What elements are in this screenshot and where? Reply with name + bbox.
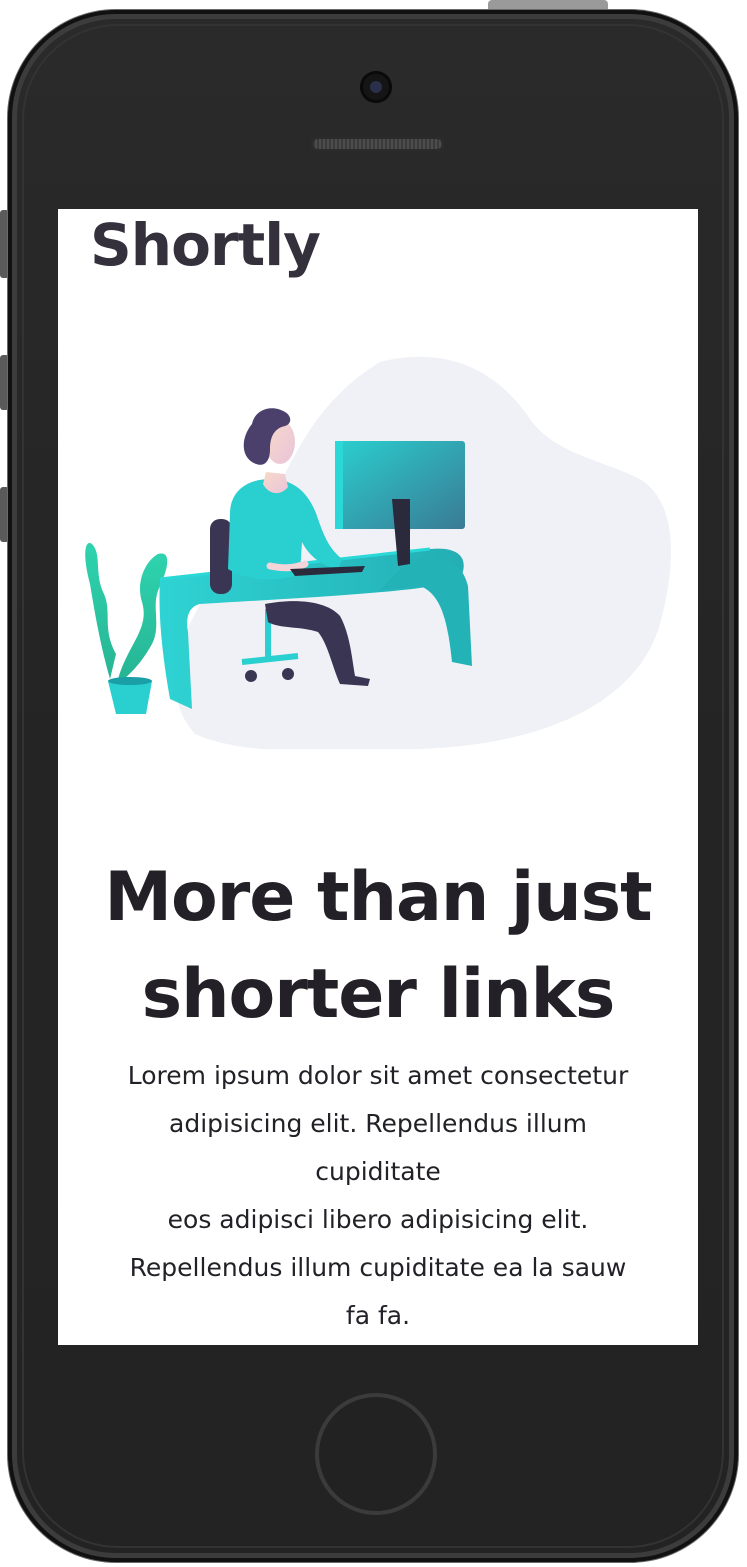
hero-headline: More than just shorter links bbox=[58, 849, 698, 1043]
hero-description-line: eos adipisci libero adipisicing elit. bbox=[167, 1205, 589, 1234]
hero-description-line: fa fa. bbox=[345, 1301, 411, 1330]
hero-description-line: Lorem ipsum dolor sit amet consectetur bbox=[127, 1061, 629, 1090]
earpiece-speaker bbox=[311, 137, 444, 151]
hero-headline-line-1: More than just bbox=[104, 858, 652, 937]
plant-icon bbox=[85, 543, 168, 714]
screen: Shortly More than just shorter links Lor… bbox=[58, 209, 698, 1345]
hero-description-line: cupiditate bbox=[315, 1157, 441, 1186]
front-camera-icon bbox=[360, 71, 392, 103]
person-working-at-desk-illustration bbox=[85, 356, 672, 749]
home-button[interactable] bbox=[315, 1393, 437, 1515]
hero-description-line: Repellendus illum cupiditate ea la sauw bbox=[129, 1253, 627, 1282]
hero-headline-line-2: shorter links bbox=[141, 955, 616, 1034]
device-mockup: Shortly More than just shorter links Lor… bbox=[0, 0, 747, 1567]
hero-description-line: adipisicing elit. Repellendus illum bbox=[169, 1109, 587, 1138]
brand-logo[interactable]: Shortly bbox=[90, 211, 321, 279]
hero-description: Lorem ipsum dolor sit amet consectetur a… bbox=[88, 1052, 668, 1340]
